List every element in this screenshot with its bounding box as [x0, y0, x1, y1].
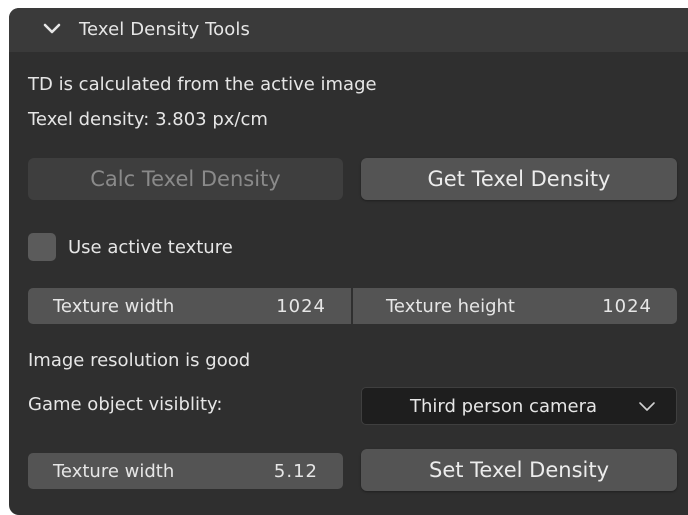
texture-width-label: Texture width: [53, 295, 175, 317]
set-texel-density-button[interactable]: Set Texel Density: [361, 449, 677, 491]
use-active-texture-checkbox[interactable]: [28, 233, 56, 261]
use-active-texture-label[interactable]: Use active texture: [68, 237, 233, 258]
bottom-field-value: 5.12: [273, 460, 318, 482]
bottom-field-label: Texture width: [53, 460, 175, 482]
chevron-down-icon[interactable]: [43, 22, 61, 36]
panel-title: Texel Density Tools: [79, 19, 250, 40]
resolution-status: Image resolution is good: [28, 350, 251, 371]
visibility-dropdown-value: Third person camera: [410, 395, 598, 417]
visibility-dropdown[interactable]: Third person camera: [361, 387, 677, 425]
texture-width-field[interactable]: Texture width 1024: [28, 288, 351, 324]
texture-height-label: Texture height: [386, 295, 515, 317]
use-active-texture-row[interactable]: Use active texture: [28, 233, 233, 261]
get-texel-density-button[interactable]: Get Texel Density: [361, 158, 677, 200]
texture-width-value: 1024: [276, 295, 326, 317]
visibility-label: Game object visiblity:: [28, 394, 223, 415]
panel-header[interactable]: Texel Density Tools: [9, 8, 688, 52]
texture-height-field[interactable]: Texture height 1024: [353, 288, 677, 324]
calc-texel-density-button[interactable]: Calc Texel Density: [28, 158, 343, 200]
texture-width-value-field[interactable]: Texture width 5.12: [28, 453, 343, 489]
texture-height-value: 1024: [602, 295, 652, 317]
chevron-down-icon: [639, 402, 655, 411]
texel-density-panel: Texel Density Tools TD is calculated fro…: [9, 8, 688, 515]
texel-density-readout: Texel density: 3.803 px/cm: [28, 109, 268, 130]
info-text: TD is calculated from the active image: [28, 74, 377, 95]
